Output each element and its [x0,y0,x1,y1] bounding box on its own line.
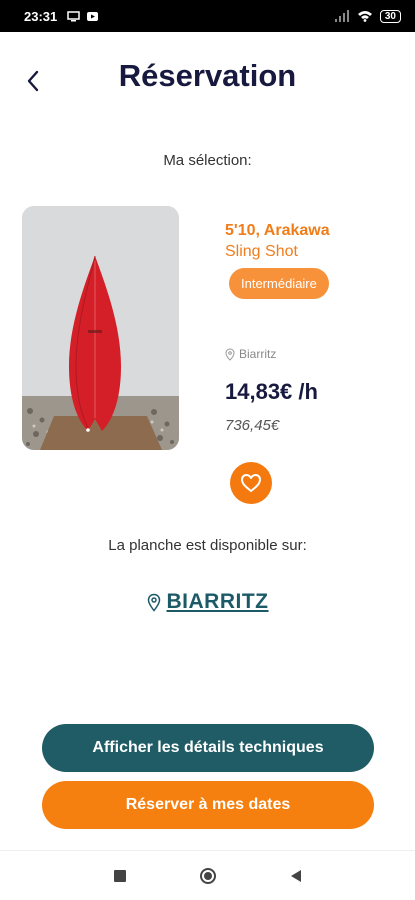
pin-icon [225,347,235,361]
home-button[interactable] [198,866,218,886]
signal-icon [334,10,349,22]
status-time: 23:31 [24,8,58,24]
pin-icon [147,593,160,612]
circle-icon [199,867,216,884]
technical-details-button[interactable]: Afficher les détails techniques [42,724,374,772]
total-price: 736,45€ [225,417,280,434]
surfboard-photo [22,206,179,450]
selection-label: Ma sélection: [163,152,252,169]
header: Réservation [0,50,415,110]
board-location: Biarritz [225,347,405,361]
board-info: 5'10, Arakawa Sling Shot Intermédiaire B… [225,222,405,434]
board-image[interactable] [22,206,179,450]
recents-button[interactable] [110,866,130,886]
triangle-back-icon [290,869,301,882]
square-icon [113,869,126,882]
heart-icon [241,474,261,492]
notification-icons [67,10,99,22]
board-name: 5'10, Arakawa [225,222,330,239]
page-title: Réservation [118,58,297,93]
battery-icon: 30 [379,9,401,23]
availability-city[interactable]: BIARRITZ [167,590,269,614]
reserve-button[interactable]: Réserver à mes dates [42,781,374,829]
video-icon [87,11,99,21]
board-brand: Sling Shot [225,243,298,260]
system-nav-bar [0,850,415,900]
status-bar: 23:31 30 [0,0,415,32]
level-badge: Intermédiaire [229,268,329,299]
availability-location-link[interactable]: BIARRITZ [0,590,415,614]
price-per-hour: 14,83€ /h [225,379,318,404]
board-location-text: Biarritz [239,347,277,361]
status-right: 30 [334,9,401,23]
system-back-button[interactable] [286,866,306,886]
availability-label: La planche est disponible sur: [108,537,307,554]
screen-icon [67,10,80,21]
wifi-icon [357,11,372,22]
favorite-button[interactable] [230,462,272,504]
